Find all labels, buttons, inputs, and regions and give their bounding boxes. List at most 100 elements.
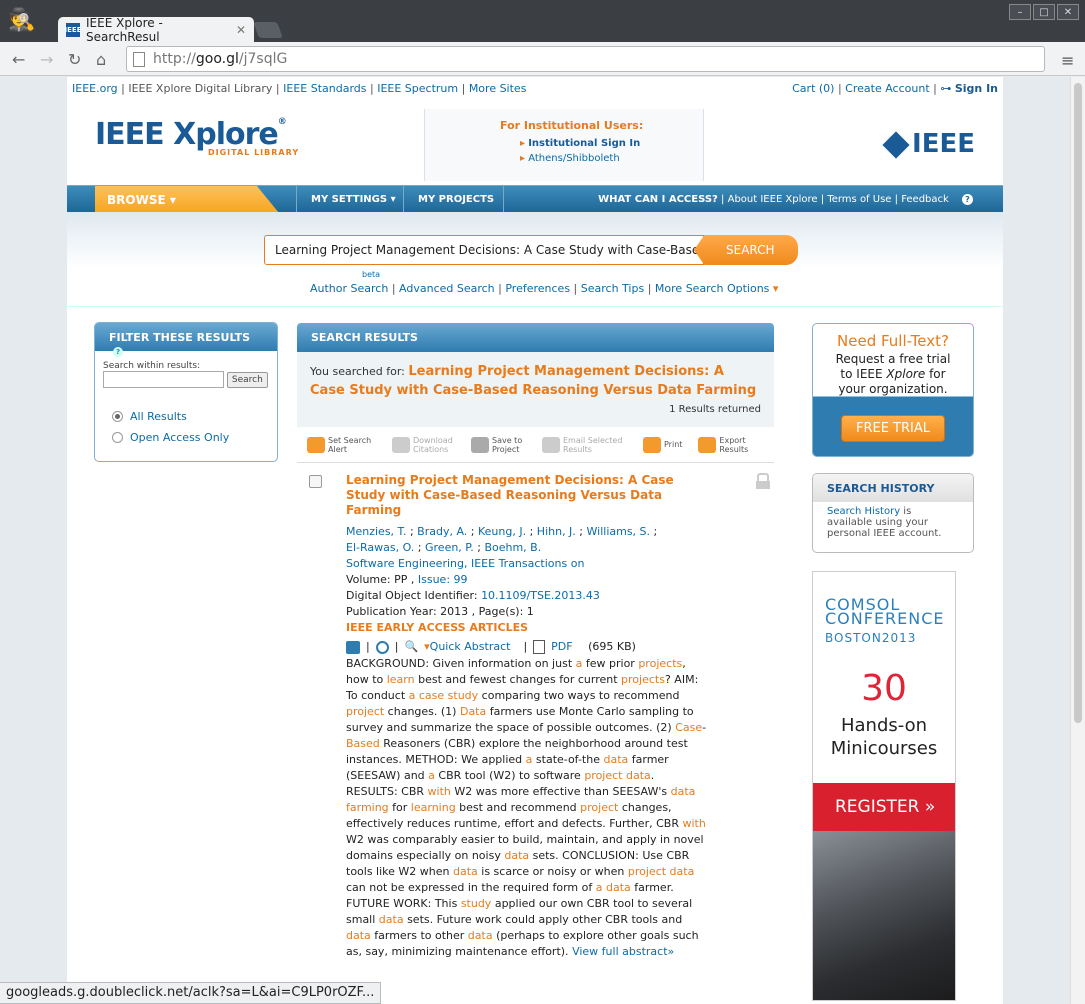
key-icon: ⊶ <box>940 82 952 95</box>
sign-in-link[interactable]: Sign In <box>955 82 998 95</box>
right-sidebar: Need Full-Text? Request a free trial to I… <box>812 323 974 1001</box>
institutional-box: For Institutional Users: Institutional S… <box>424 109 704 181</box>
back-icon[interactable]: ← <box>12 50 25 69</box>
maximize-icon[interactable]: □ <box>1033 4 1055 20</box>
results-count: 1 Results returned <box>669 404 761 415</box>
export-button[interactable]: Export Results <box>698 436 753 454</box>
minimize-icon[interactable]: – <box>1009 4 1031 20</box>
result-title[interactable]: Learning Project Management Decisions: A… <box>346 473 706 518</box>
nav-right-links: WHAT CAN I ACCESS? | About IEEE Xplore |… <box>598 194 973 205</box>
about-link[interactable]: About IEEE Xplore <box>728 194 818 205</box>
ieee-logo[interactable]: IEEE <box>882 129 975 159</box>
searched-for: You searched for: Learning Project Manag… <box>297 352 774 427</box>
search-button[interactable]: SEARCH <box>694 235 798 265</box>
print-button[interactable]: Print <box>643 436 682 453</box>
scrollbar[interactable] <box>1070 77 1085 1004</box>
view-full-abstract-link[interactable]: View full abstract» <box>572 945 674 958</box>
save-project-button[interactable]: Save to Project <box>471 436 526 454</box>
pdf-link[interactable]: PDF <box>551 639 572 655</box>
close-tab-icon[interactable]: ✕ <box>236 23 246 37</box>
search-history-link[interactable]: Search History <box>827 506 900 517</box>
comsol-ad[interactable]: COMSOL CONFERENCE BOSTON2013 30 Hands-on M… <box>812 571 956 1001</box>
free-trial-button[interactable]: FREE TRIAL <box>840 415 945 442</box>
register-button[interactable]: REGISTER » <box>813 783 955 831</box>
browse-menu[interactable]: BROWSE ▾ <box>95 186 279 213</box>
beta-label: beta <box>362 270 381 279</box>
open-access-radio[interactable]: Open Access Only <box>112 431 269 444</box>
reload-icon[interactable]: ↻ <box>68 50 81 69</box>
within-input[interactable] <box>103 371 224 388</box>
cart-link[interactable]: Cart (0) <box>792 82 834 95</box>
author-link[interactable]: Hihn, J. <box>537 525 576 538</box>
journal-link[interactable]: Software Engineering, IEEE Transactions … <box>346 557 584 570</box>
search-links: beta Author Search | Advanced Search | P… <box>310 270 779 295</box>
help-icon[interactable]: ? <box>962 194 973 205</box>
forward-icon[interactable]: → <box>40 50 53 69</box>
what-can-i-access-link[interactable]: WHAT CAN I ACCESS? <box>598 194 718 205</box>
utility-bar: IEEE.org | IEEE Xplore Digital Library |… <box>72 82 998 95</box>
author-link[interactable]: Menzies, T. <box>346 525 406 538</box>
my-projects-link[interactable]: MY PROJECTS <box>403 186 508 213</box>
author-link[interactable]: El-Rawas, O. <box>346 541 414 554</box>
advanced-search-link[interactable]: Advanced Search <box>399 282 495 295</box>
author-link[interactable]: Brady, A. <box>417 525 467 538</box>
save-icon <box>471 436 489 453</box>
search-tips-link[interactable]: Search Tips <box>581 282 644 295</box>
page-viewport: IEEE.org | IEEE Xplore Digital Library |… <box>0 77 1070 1004</box>
browser-toolbar: ← → ↻ ⌂ http:// goo.gl /j7sqlG ≡ <box>0 42 1085 76</box>
ad-comsol: COMSOL CONFERENCE <box>825 595 945 628</box>
ieee-diamond-icon <box>882 130 910 159</box>
menu-icon[interactable]: ≡ <box>1061 51 1075 70</box>
athens-link[interactable]: Athens/Shibboleth <box>520 153 703 164</box>
browser-tab[interactable]: IEEE IEEE Xplore - SearchResul ✕ <box>58 15 254 44</box>
preferences-link[interactable]: Preferences <box>505 282 570 295</box>
tab-title: IEEE Xplore - SearchResul <box>86 15 163 44</box>
filter-panel: FILTER THESE RESULTS? Search within resu… <box>94 322 278 462</box>
scrollbar-thumb[interactable] <box>1074 83 1082 723</box>
set-alert-button[interactable]: Set Search Alert <box>307 436 376 454</box>
abstract-icon[interactable] <box>346 640 360 654</box>
create-account-link[interactable]: Create Account <box>845 82 929 95</box>
download-citations-button[interactable]: Download Citations <box>392 436 455 454</box>
author-link[interactable]: Green, P. <box>425 541 474 554</box>
author-search-link[interactable]: Author Search <box>310 282 388 295</box>
link-more-sites[interactable]: More Sites <box>469 82 527 95</box>
copyright-icon[interactable] <box>375 640 389 654</box>
search-input[interactable]: Learning Project Management Decisions: A… <box>264 235 704 265</box>
new-tab-button[interactable] <box>253 22 283 38</box>
status-bar: googleads.g.doubleclick.net/aclk?sa=L&ai… <box>0 982 382 1004</box>
more-options-link[interactable]: More Search Options ▾ <box>655 282 779 295</box>
all-results-radio[interactable]: All Results <box>112 410 269 423</box>
doi-link[interactable]: 10.1109/TSE.2013.43 <box>481 589 600 602</box>
author-link[interactable]: Williams, S. <box>587 525 651 538</box>
need-fulltext: Need Full-Text? <box>837 332 949 350</box>
link-ieee-org[interactable]: IEEE.org <box>72 82 118 95</box>
issue-link[interactable]: Issue: 99 <box>418 573 468 586</box>
email-selected-button[interactable]: Email Selected Results <box>542 436 627 454</box>
lock-icon <box>756 473 770 489</box>
author-link[interactable]: Boehm, B. <box>484 541 541 554</box>
download-icon <box>392 436 410 453</box>
doi: Digital Object Identifier: 10.1109/TSE.2… <box>346 589 600 602</box>
link-spectrum[interactable]: IEEE Spectrum <box>377 82 458 95</box>
within-search-button[interactable]: Search <box>226 371 268 388</box>
close-window-icon[interactable]: ✕ <box>1057 4 1079 20</box>
inst-signin-link[interactable]: Institutional Sign In <box>520 138 703 149</box>
terms-link[interactable]: Terms of Use <box>827 194 891 205</box>
home-icon[interactable]: ⌂ <box>96 50 106 69</box>
link-xplore[interactable]: IEEE Xplore Digital Library <box>128 82 272 95</box>
my-settings-menu[interactable]: MY SETTINGS ▾ <box>296 186 410 213</box>
link-standards[interactable]: IEEE Standards <box>283 82 366 95</box>
author-link[interactable]: Keung, J. <box>478 525 526 538</box>
help-icon[interactable]: ? <box>113 347 123 357</box>
quick-abstract-link[interactable]: ▾Quick Abstract <box>424 639 510 655</box>
xplore-logo[interactable]: IEEE Xplore® <box>95 117 287 152</box>
feedback-link[interactable]: Feedback <box>901 194 949 205</box>
browser-titlebar: 🕵 IEEE IEEE Xplore - SearchResul ✕ – □ ✕ <box>0 0 1085 44</box>
address-bar[interactable]: http:// goo.gl /j7sqlG <box>126 46 1045 72</box>
site-header: IEEE Xplore® DIGITAL LIBRARY For Institu… <box>67 101 1003 185</box>
result-checkbox[interactable] <box>309 475 322 488</box>
ad-minicourses: Hands-on Minicourses <box>830 715 938 759</box>
history-title: SEARCH HISTORY <box>813 474 973 502</box>
results-panel: SEARCH RESULTS You searched for: Learnin… <box>297 323 774 958</box>
